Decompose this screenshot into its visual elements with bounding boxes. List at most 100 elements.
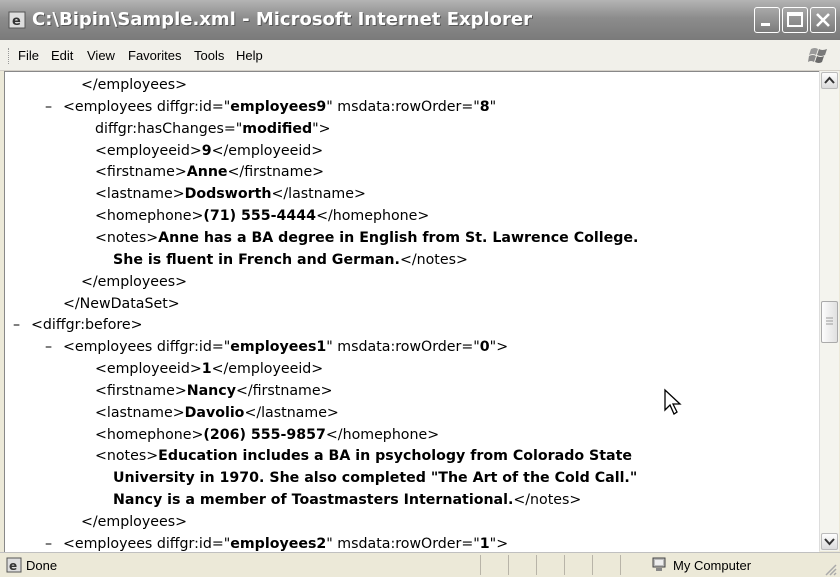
close-icon bbox=[816, 13, 830, 27]
xml-line: </employees> bbox=[81, 272, 187, 294]
xml-markup: <homephone> bbox=[95, 426, 204, 443]
xml-line: </employees> bbox=[81, 75, 187, 97]
xml-markup: <employees diffgr:id=" bbox=[63, 535, 231, 552]
xml-line: <employeeid>9</employeeid> bbox=[95, 141, 323, 163]
status-segment bbox=[480, 555, 509, 575]
xml-markup: <notes> bbox=[95, 448, 159, 465]
xml-markup: <lastname> bbox=[95, 186, 185, 203]
minimize-button[interactable] bbox=[754, 7, 780, 33]
xml-value: She is fluent in French and German. bbox=[113, 251, 400, 268]
vertical-scrollbar[interactable] bbox=[819, 71, 839, 551]
security-zone[interactable]: My Computer bbox=[620, 555, 840, 575]
scroll-thumb[interactable] bbox=[821, 301, 838, 343]
xml-markup: <employeeid> bbox=[95, 361, 202, 378]
xml-line: <notes>Anne has a BA degree in English f… bbox=[95, 228, 638, 250]
menu-favorites[interactable]: Favorites bbox=[128, 48, 181, 63]
xml-line: University in 1970. She also completed "… bbox=[113, 468, 637, 490]
xml-markup: <lastname> bbox=[95, 404, 185, 421]
xml-line: <homephone>(206) 555-9857</homephone> bbox=[95, 425, 439, 447]
status-segment bbox=[508, 555, 537, 575]
xml-markup: </homephone> bbox=[325, 426, 440, 443]
xml-line: – <employees diffgr:id="employees1" msda… bbox=[45, 337, 509, 359]
xml-line: </employees> bbox=[81, 512, 187, 534]
status-segment bbox=[536, 555, 565, 575]
xml-markup: diffgr:hasChanges=" bbox=[95, 120, 243, 137]
mouse-cursor-icon bbox=[664, 388, 682, 415]
windows-flag-icon bbox=[808, 48, 827, 63]
my-computer-icon bbox=[652, 557, 666, 571]
xml-markup: " msdata:rowOrder=" bbox=[326, 535, 480, 552]
xml-markup: </employees> bbox=[81, 273, 187, 290]
scroll-up-button[interactable] bbox=[821, 72, 838, 89]
xml-markup: "> bbox=[489, 535, 509, 552]
xml-markup: "> bbox=[489, 339, 509, 356]
menu-edit[interactable]: Edit bbox=[51, 48, 73, 63]
status-segment bbox=[592, 555, 621, 575]
xml-line: <notes>Education includes a BA in psycho… bbox=[95, 446, 632, 468]
xml-line: She is fluent in French and German.</not… bbox=[113, 250, 468, 272]
collapse-toggle[interactable]: – bbox=[45, 337, 52, 357]
maximize-button[interactable] bbox=[782, 7, 808, 33]
ie-logo-icon: e bbox=[8, 11, 26, 29]
menu-tools[interactable]: Tools bbox=[194, 48, 224, 63]
minimize-icon bbox=[761, 23, 770, 26]
collapse-toggle[interactable]: – bbox=[45, 97, 52, 117]
xml-value: Anne has a BA degree in English from St.… bbox=[158, 229, 639, 246]
close-button[interactable] bbox=[810, 7, 836, 33]
xml-value: 0 bbox=[479, 339, 490, 356]
xml-markup: "> bbox=[312, 120, 331, 137]
xml-value: modified bbox=[242, 120, 313, 137]
xml-line: </NewDataSet> bbox=[63, 294, 180, 316]
resize-grip-icon[interactable] bbox=[824, 563, 838, 577]
xml-line: <firstname>Anne</firstname> bbox=[95, 162, 324, 184]
xml-markup: " bbox=[489, 98, 497, 115]
xml-value: 9 bbox=[201, 142, 212, 159]
status-segment bbox=[564, 555, 593, 575]
xml-markup: </firstname> bbox=[235, 382, 333, 399]
xml-line: – <diffgr:before> bbox=[13, 315, 143, 337]
xml-value: 1 bbox=[201, 361, 212, 378]
xml-markup: </employeeid> bbox=[211, 361, 324, 378]
xml-markup: </notes> bbox=[513, 492, 582, 509]
xml-value: employees2 bbox=[230, 535, 327, 552]
menu-help[interactable]: Help bbox=[236, 48, 263, 63]
xml-value: Davolio bbox=[184, 404, 245, 421]
menu-view[interactable]: View bbox=[87, 48, 115, 63]
svg-text:e: e bbox=[12, 14, 21, 29]
xml-markup: </NewDataSet> bbox=[63, 295, 180, 312]
xml-markup: </employees> bbox=[81, 77, 187, 93]
xml-value: University in 1970. She also completed "… bbox=[113, 470, 638, 487]
menu-bar: File Edit View Favorites Tools Help bbox=[0, 40, 840, 71]
scroll-down-button[interactable] bbox=[821, 533, 838, 550]
xml-value: 1 bbox=[479, 535, 490, 552]
xml-line: <homephone>(71) 555-4444</homephone> bbox=[95, 206, 429, 228]
xml-line: diffgr:hasChanges="modified"> bbox=[95, 119, 331, 141]
xml-markup: </lastname> bbox=[244, 404, 339, 421]
xml-markup: <diffgr:before> bbox=[31, 317, 143, 334]
scroll-up-icon bbox=[824, 76, 835, 84]
xml-value: (71) 555-4444 bbox=[203, 208, 317, 225]
grip-lines-icon bbox=[826, 317, 833, 325]
svg-text:e: e bbox=[9, 559, 17, 573]
xml-value: Anne bbox=[186, 164, 228, 181]
xml-line: <firstname>Nancy</firstname> bbox=[95, 381, 332, 403]
collapse-toggle[interactable]: – bbox=[13, 315, 20, 335]
xml-content-pane[interactable]: </employees> – <employees diffgr:id="empl… bbox=[4, 71, 819, 552]
xml-markup: </employees> bbox=[81, 514, 187, 530]
xml-markup: </firstname> bbox=[227, 164, 325, 181]
xml-line: – <employees diffgr:id="employees9" msda… bbox=[45, 97, 497, 119]
menu-file[interactable]: File bbox=[18, 48, 39, 63]
xml-markup: </employeeid> bbox=[211, 142, 324, 159]
xml-value: employees1 bbox=[230, 339, 327, 356]
xml-markup: </homephone> bbox=[316, 208, 430, 225]
xml-markup: " msdata:rowOrder=" bbox=[326, 339, 480, 356]
xml-value: Education includes a BA in psychology fr… bbox=[158, 448, 633, 465]
toolbar-grip[interactable] bbox=[8, 48, 12, 64]
xml-value: employees9 bbox=[230, 98, 327, 115]
xml-value: (206) 555-9857 bbox=[203, 426, 326, 443]
xml-line: <lastname>Dodsworth</lastname> bbox=[95, 184, 366, 206]
title-bar[interactable]: e C:\Bipin\Sample.xml - Microsoft Intern… bbox=[0, 0, 840, 40]
xml-value: Nancy is a member of Toastmasters Intern… bbox=[113, 492, 514, 509]
status-bar: e Done My Computer bbox=[0, 552, 840, 577]
collapse-toggle[interactable]: – bbox=[45, 534, 52, 552]
